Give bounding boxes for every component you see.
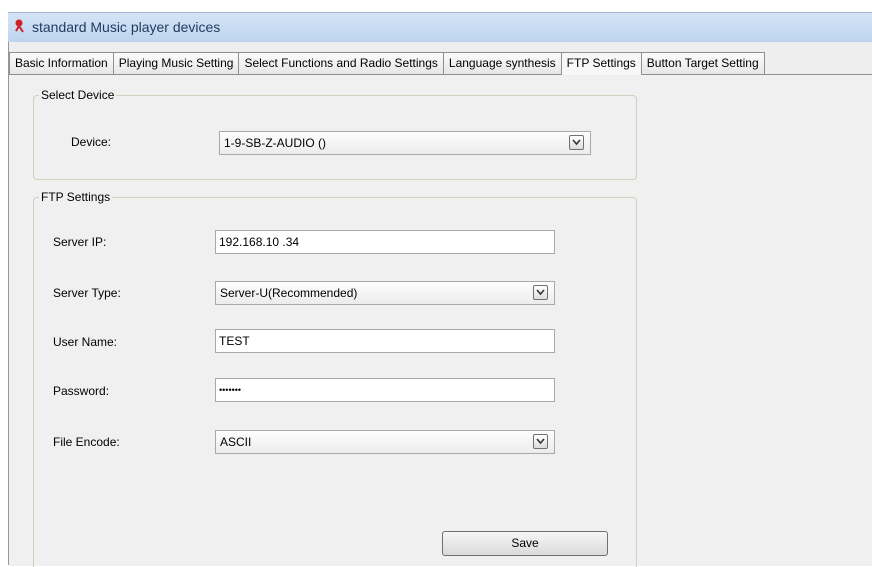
user-name-input[interactable]: TEST (215, 329, 555, 353)
file-encode-select[interactable]: ASCII (215, 430, 555, 454)
tab-panel: Select Device Device: 1-9-SB-Z-AUDIO () … (9, 74, 872, 567)
tab-language-synthesis[interactable]: Language synthesis (442, 52, 562, 74)
server-type-label: Server Type: (53, 286, 121, 300)
tab-playing-music-setting[interactable]: Playing Music Setting (112, 52, 240, 74)
file-encode-label: File Encode: (53, 435, 120, 449)
window-title: standard Music player devices (32, 19, 221, 35)
save-button[interactable]: Save (442, 531, 608, 556)
user-name-label: User Name: (53, 335, 118, 349)
server-ip-input[interactable]: 192.168.10 .34 (215, 230, 555, 254)
ftp-settings-legend: FTP Settings (41, 190, 111, 204)
password-input[interactable]: ••••••• (215, 378, 555, 402)
tab-select-functions[interactable]: Select Functions and Radio Settings (238, 52, 444, 74)
device-label: Device: (71, 135, 112, 149)
select-device-legend: Select Device (41, 88, 115, 102)
chevron-down-icon[interactable] (533, 434, 548, 449)
title-bar: standard Music player devices (8, 12, 872, 43)
main-window: Basic Information Playing Music Setting … (8, 42, 872, 567)
tab-basic-information[interactable]: Basic Information (9, 52, 114, 74)
password-label: Password: (53, 384, 110, 398)
chevron-down-icon[interactable] (569, 135, 584, 150)
chevron-down-icon[interactable] (533, 285, 548, 300)
file-encode-value: ASCII (220, 435, 252, 449)
device-select[interactable]: 1-9-SB-Z-AUDIO () (219, 131, 591, 155)
tab-button-target-setting[interactable]: Button Target Setting (640, 52, 765, 74)
tab-strip: Basic Information Playing Music Setting … (9, 52, 765, 75)
device-select-value: 1-9-SB-Z-AUDIO () (224, 136, 326, 150)
tab-ftp-settings[interactable]: FTP Settings (560, 52, 642, 75)
server-ip-label: Server IP: (53, 235, 107, 249)
server-type-value: Server-U(Recommended) (220, 286, 358, 300)
server-type-select[interactable]: Server-U(Recommended) (215, 281, 555, 305)
app-icon (15, 19, 24, 33)
